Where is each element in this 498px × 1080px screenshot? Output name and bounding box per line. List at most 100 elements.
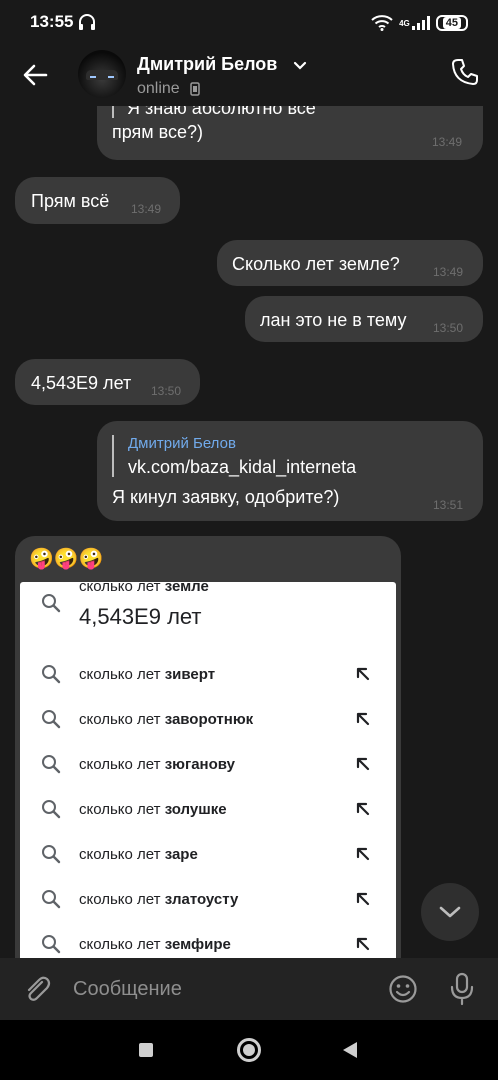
- suggestion-bold: заворотнюк: [164, 711, 254, 728]
- suggestion-text: сколько лет заре: [79, 846, 198, 863]
- quoted-text: Я знаю абсолютно все: [127, 106, 316, 118]
- suggestion-bold: земфире: [164, 936, 231, 953]
- search-icon: [42, 665, 61, 684]
- quote-bar: [112, 106, 114, 118]
- back-button[interactable]: [343, 1042, 357, 1058]
- message-text: прям все?): [112, 122, 204, 142]
- search-suggestion[interactable]: сколько лет зюганову: [20, 743, 396, 788]
- suggestion-prefix: сколько лет: [79, 801, 165, 818]
- message-time: 13:50: [151, 384, 182, 398]
- search-icon: [42, 755, 61, 774]
- search-suggestion[interactable]: сколько лет заворотнюк: [20, 698, 396, 743]
- presence-status: online: [137, 80, 180, 97]
- search-icon: [42, 845, 61, 864]
- message-bubble-outgoing[interactable]: Я знаю абсолютно все прям все?) 13:49: [97, 106, 483, 160]
- message-emoji: 🤪🤪🤪: [29, 548, 104, 570]
- system-nav-bar: [0, 1020, 498, 1080]
- fill-query-arrow-icon[interactable]: [355, 846, 371, 862]
- search-query-row: сколько лет земле 4,543E9 лет: [20, 582, 396, 662]
- message-text: Сколько лет земле?: [232, 254, 400, 274]
- suggestion-bold: зюганову: [164, 756, 235, 773]
- suggestion-bold: зиверт: [164, 666, 216, 683]
- battery-icon: 45: [435, 15, 468, 31]
- query-prefix: сколько лет: [79, 582, 165, 595]
- fill-query-arrow-icon[interactable]: [355, 891, 371, 907]
- message-bubble-incoming[interactable]: 4,543E9 лет 13:50: [15, 359, 200, 405]
- fill-query-arrow-icon[interactable]: [355, 711, 371, 727]
- avatar-car-shape: [86, 70, 118, 80]
- search-icon: [42, 800, 61, 819]
- fill-query-arrow-icon[interactable]: [355, 666, 371, 682]
- suggestion-prefix: сколько лет: [79, 936, 165, 953]
- suggestion-text: сколько лет земфире: [79, 936, 231, 953]
- suggestion-prefix: сколько лет: [79, 756, 165, 773]
- emoji-icon[interactable]: [388, 974, 418, 1004]
- back-arrow-icon[interactable]: [20, 60, 50, 90]
- message-time: 13:49: [433, 265, 464, 279]
- fill-query-arrow-icon[interactable]: [355, 936, 371, 952]
- network-type: 4G: [399, 18, 410, 28]
- avatar[interactable]: [78, 50, 126, 98]
- chat-header: Дмитрий Белов online: [0, 44, 498, 106]
- quoted-text: vk.com/baza_kidal_interneta: [128, 457, 357, 477]
- status-bar: 13:55 4G 45: [0, 0, 498, 44]
- attach-icon[interactable]: [22, 974, 52, 1004]
- message-list[interactable]: Я знаю абсолютно все прям все?) 13:49 Пр…: [0, 106, 498, 958]
- search-screenshot[interactable]: сколько лет земле 4,543E9 лет сколько ле…: [20, 582, 396, 958]
- search-icon: [42, 935, 61, 954]
- search-icon: [42, 710, 61, 729]
- scroll-down-button[interactable]: [421, 883, 479, 941]
- message-time: 13:50: [433, 321, 464, 335]
- avatar-light-left: [90, 76, 96, 78]
- suggestion-prefix: сколько лет: [79, 711, 165, 728]
- suggestion-text: сколько лет золушке: [79, 801, 227, 818]
- status-time: 13:55: [30, 12, 74, 31]
- microphone-icon[interactable]: [448, 972, 476, 1006]
- headphones-icon: [79, 14, 95, 30]
- suggestion-bold: золушке: [164, 801, 227, 818]
- status-icons: 4G 45: [371, 12, 468, 34]
- suggestion-prefix: сколько лет: [79, 666, 165, 683]
- mobile-device-icon: [190, 82, 200, 96]
- message-bubble-outgoing[interactable]: Сколько лет земле? 13:49: [217, 240, 483, 286]
- battery-level: 45: [442, 17, 461, 29]
- search-icon: [42, 594, 61, 613]
- suggestion-text: сколько лет зюганову: [79, 756, 235, 773]
- message-input[interactable]: Сообщение: [73, 978, 182, 1001]
- fill-query-arrow-icon[interactable]: [355, 801, 371, 817]
- message-text: 4,543E9 лет: [31, 373, 132, 393]
- chevron-down-icon[interactable]: [292, 58, 308, 72]
- quote-bar: [112, 435, 114, 477]
- chevron-down-icon: [439, 906, 461, 918]
- suggestion-prefix: сколько лет: [79, 846, 165, 863]
- fill-query-arrow-icon[interactable]: [355, 756, 371, 772]
- recents-button[interactable]: [139, 1043, 153, 1057]
- contact-name[interactable]: Дмитрий Белов: [137, 54, 277, 75]
- message-time: 13:51: [433, 498, 464, 512]
- message-time: 13:49: [432, 135, 463, 149]
- search-answer: 4,543E9 лет: [79, 604, 202, 629]
- suggestion-text: сколько лет златоусту: [79, 891, 238, 908]
- search-suggestion[interactable]: сколько лет земфире: [20, 923, 396, 958]
- suggestion-text: сколько лет заворотнюк: [79, 711, 253, 728]
- message-bubble-incoming[interactable]: Прям всё 13:49: [15, 177, 180, 224]
- search-suggestion[interactable]: сколько лет золушке: [20, 788, 396, 833]
- search-suggestion[interactable]: сколько лет златоусту: [20, 878, 396, 923]
- search-suggestion[interactable]: сколько лет заре: [20, 833, 396, 878]
- query-bold: земле: [164, 582, 209, 595]
- search-query: сколько лет земле: [79, 582, 209, 595]
- suggestion-prefix: сколько лет: [79, 891, 165, 908]
- phone-call-icon[interactable]: [450, 57, 480, 87]
- search-icon: [42, 890, 61, 909]
- message-time: 13:49: [131, 202, 162, 216]
- message-bubble-outgoing[interactable]: лан это не в тему 13:50: [245, 296, 483, 342]
- home-button[interactable]: [237, 1038, 261, 1062]
- wifi-icon: [371, 15, 393, 31]
- message-bubble-outgoing[interactable]: Дмитрий Белов vk.com/baza_kidal_internet…: [97, 421, 483, 521]
- avatar-light-right: [108, 76, 114, 78]
- search-suggestion[interactable]: сколько лет зиверт: [20, 653, 396, 698]
- message-text: Я кинул заявку, одобрите?): [112, 487, 340, 507]
- signal-icon: [411, 16, 430, 30]
- quote-author: Дмитрий Белов: [128, 435, 236, 452]
- message-text: Прям всё: [31, 191, 110, 211]
